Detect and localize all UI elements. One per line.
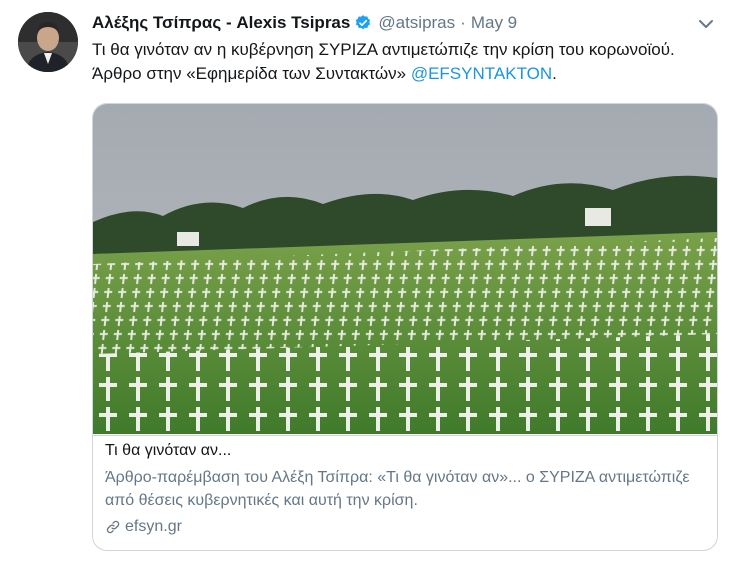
card-domain: efsyn.gr bbox=[105, 518, 182, 536]
card-body: Τι θα γινόταν αν... Άρθρο-παρέμβαση του … bbox=[93, 435, 717, 550]
display-name[interactable]: Αλέξης Τσίπρας - Alexis Tsipras bbox=[92, 13, 350, 33]
caret-down-icon[interactable] bbox=[696, 14, 716, 34]
tweet-date[interactable]: May 9 bbox=[471, 13, 517, 33]
card-title: Τι θα γινόταν αν... bbox=[105, 442, 232, 459]
tweet-header: Αλέξης Τσίπρας - Alexis Tsipras @atsipra… bbox=[92, 12, 720, 34]
tweet-text: Τι θα γινόταν αν η κυβέρνηση ΣΥΡΙΖΑ αντι… bbox=[92, 38, 712, 86]
avatar[interactable] bbox=[18, 12, 78, 72]
card-image bbox=[93, 104, 717, 434]
tweet-text-body: Τι θα γινόταν αν η κυβέρνηση ΣΥΡΙΖΑ αντι… bbox=[92, 40, 675, 83]
verified-badge-icon bbox=[356, 15, 371, 30]
tweet-text-end: . bbox=[552, 64, 557, 83]
link-icon bbox=[106, 520, 120, 534]
separator-dot: · bbox=[460, 13, 466, 32]
card-domain-text: efsyn.gr bbox=[125, 518, 182, 535]
mention-link[interactable]: @EFSYNTAKTON bbox=[411, 64, 552, 83]
avatar-image bbox=[18, 12, 78, 72]
user-handle[interactable]: @atsipras bbox=[378, 13, 455, 33]
link-card[interactable]: Τι θα γινόταν αν... Άρθρο-παρέμβαση του … bbox=[92, 103, 718, 551]
card-description: Άρθρο-παρέμβαση του Αλέξη Τσίπρα: «Τι θα… bbox=[105, 469, 690, 509]
